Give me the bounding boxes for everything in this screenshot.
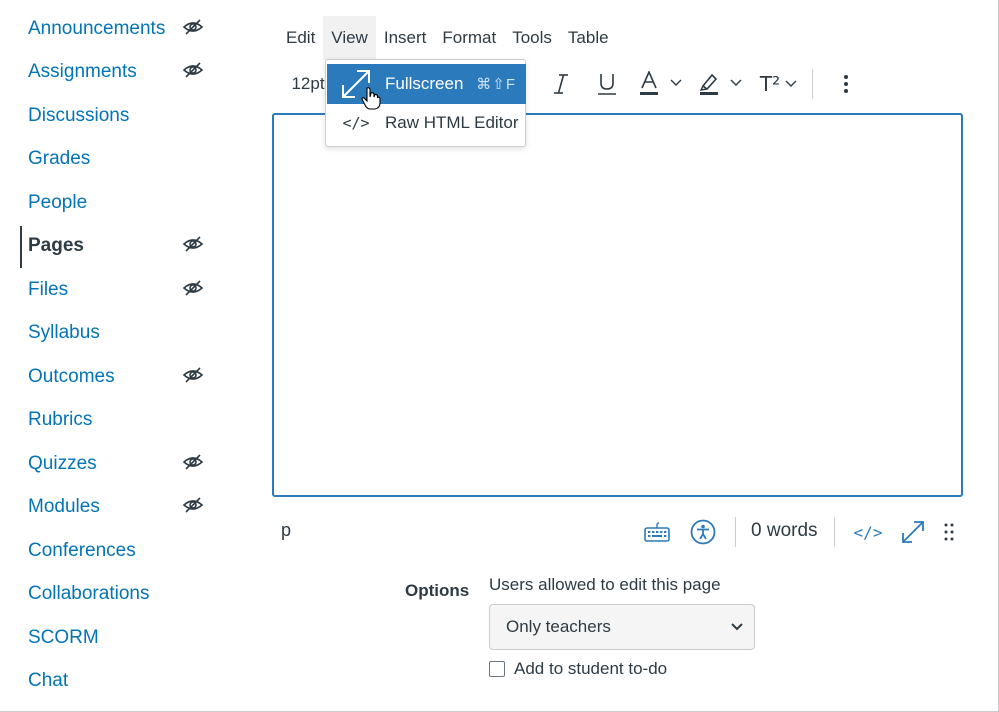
highlight-icon [699,73,742,95]
drag-handle-icon [944,523,954,541]
italic-button[interactable] [546,62,576,106]
hidden-eye-icon [182,280,204,296]
nav-rubrics[interactable]: Rubrics [28,405,218,435]
menu-view[interactable]: View [323,16,376,60]
hidden-eye-icon [182,19,204,35]
nav-chat[interactable]: Chat [28,666,218,696]
fullscreen-icon [902,521,924,543]
resize-handle[interactable] [942,516,956,548]
course-navigation: Announcements Assignments Discussions Gr… [0,0,230,712]
editor-statusbar: p 0 words </> [272,510,963,554]
hidden-eye-icon [182,236,204,252]
statusbar-divider [834,517,835,547]
more-icon [844,75,848,93]
hidden-eye-icon [182,367,204,383]
student-todo-option: Add to student to-do [489,658,667,680]
rich-text-editor-area[interactable] [272,113,963,497]
keyboard-icon [644,522,670,542]
active-indicator [20,226,22,268]
toolbar-divider [812,69,813,99]
view-menu-dropdown: Fullscreen ⌘⇧F </> Raw HTML Editor [325,59,526,147]
nav-grades[interactable]: Grades [28,144,218,174]
menu-edit[interactable]: Edit [278,16,323,60]
more-button[interactable] [836,62,856,106]
nav-discussions[interactable]: Discussions [28,101,218,131]
student-todo-checkbox[interactable] [489,661,505,677]
nav-conferences[interactable]: Conferences [28,536,218,566]
menu-insert[interactable]: Insert [376,16,435,60]
accessibility-checker-button[interactable] [688,516,718,548]
code-icon: </> [342,114,370,132]
fullscreen-button[interactable] [898,516,928,548]
word-count[interactable]: 0 words [751,520,818,542]
accessibility-icon [690,519,716,545]
hand-cursor-icon [361,87,381,110]
hidden-eye-icon [182,497,204,513]
menu-table[interactable]: Table [560,16,617,60]
hidden-eye-icon [182,62,204,78]
edit-permission-select[interactable]: Only teachers [489,604,755,650]
italic-icon [554,74,568,94]
underline-button[interactable] [591,62,623,106]
fullscreen-label: Fullscreen [385,74,464,93]
raw-html-editor-label: Raw HTML Editor [385,113,519,132]
menu-item-raw-html-editor[interactable]: </> Raw HTML Editor [327,103,526,143]
menu-tools[interactable]: Tools [504,16,560,60]
superscript-button[interactable]: T² [757,62,803,106]
menu-format[interactable]: Format [434,16,504,60]
statusbar-divider [735,517,736,547]
nav-collaborations[interactable]: Collaborations [28,579,218,609]
nav-syllabus[interactable]: Syllabus [28,318,218,348]
hidden-eye-icon [182,454,204,470]
highlight-button[interactable] [699,62,745,106]
menu-item-fullscreen[interactable]: Fullscreen ⌘⇧F [327,64,526,104]
html-editor-toggle-button[interactable]: </> [850,516,886,548]
underline-icon [598,74,616,95]
chevron-down-icon [785,80,797,87]
font-size-button[interactable]: 12pt [288,62,328,106]
editor-menubar: Edit View Insert Format Tools Table [278,16,617,60]
superscript-icon: T² [759,72,781,96]
text-color-button[interactable] [639,62,685,106]
student-todo-label[interactable]: Add to student to-do [514,659,667,679]
options-heading: Options [405,581,470,600]
element-path[interactable]: p [281,520,291,541]
keyboard-shortcuts-button[interactable] [642,516,672,548]
edit-permission-value: Only teachers [506,617,611,636]
chevron-down-icon [731,623,743,631]
text-color-icon [640,71,682,95]
nav-scorm[interactable]: SCORM [28,623,218,653]
edit-permission-label: Users allowed to edit this page [489,575,721,594]
nav-people[interactable]: People [28,188,218,218]
fullscreen-shortcut: ⌘⇧F [476,76,516,93]
